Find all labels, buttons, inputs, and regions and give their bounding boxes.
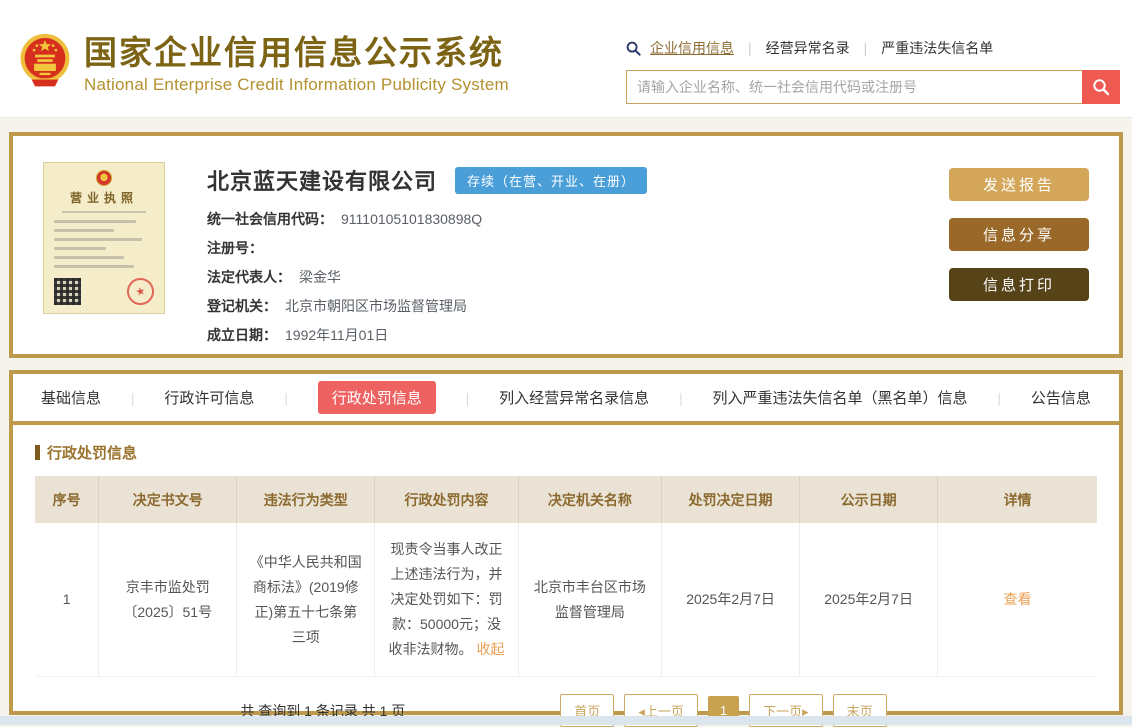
collapse-link[interactable]: 收起 bbox=[476, 641, 504, 657]
cell-violation-type: 《中华人民共和国商标法》(2019修正)第五十七条第三项 bbox=[237, 523, 375, 677]
penalty-content-text: 现责令当事人改正上述违法行为，并决定处罚如下：罚款：50000元；没收非法财物。 bbox=[389, 541, 503, 657]
search-button[interactable] bbox=[1082, 70, 1120, 104]
field-value: 梁金华 bbox=[299, 267, 341, 287]
company-info: 北京蓝天建设有限公司 存续（在营、开业、在册） 统一社会信用代码： 911101… bbox=[207, 162, 949, 354]
tab-separator: | bbox=[679, 390, 683, 406]
col-header-decision-date: 处罚决定日期 bbox=[662, 476, 800, 523]
company-actions: 发送报告 信息分享 信息打印 bbox=[949, 162, 1089, 354]
license-red-seal-icon: ★ bbox=[124, 275, 156, 307]
col-header-detail: 详情 bbox=[938, 476, 1097, 523]
cell-penalty-content: 现责令当事人改正上述违法行为，并决定处罚如下：罚款：50000元；没收非法财物。… bbox=[375, 523, 518, 677]
field-label: 注册号： bbox=[207, 238, 263, 258]
tab-administrative-penalty[interactable]: 行政处罚信息 bbox=[318, 381, 436, 414]
tab-administrative-license[interactable]: 行政许可信息 bbox=[164, 387, 254, 408]
license-text-line bbox=[54, 256, 124, 259]
license-title: 营业执照 bbox=[54, 189, 154, 206]
license-text-line bbox=[54, 247, 106, 250]
field-label: 成立日期： bbox=[207, 325, 277, 345]
search-bar bbox=[626, 70, 1120, 104]
section-title-text: 行政处罚信息 bbox=[47, 442, 137, 463]
penalty-section: 行政处罚信息 序号 决定书文号 违法行为类型 行政处罚内容 决定机关名称 处罚决… bbox=[13, 425, 1119, 727]
page-bottom-strip bbox=[0, 716, 1132, 725]
tab-separator: | bbox=[997, 390, 1001, 406]
info-row-registration-authority: 登记机关： 北京市朝阳区市场监督管理局 bbox=[207, 296, 949, 316]
col-header-authority: 决定机关名称 bbox=[518, 476, 661, 523]
license-text-line bbox=[54, 220, 136, 223]
cell-detail: 查看 bbox=[938, 523, 1097, 677]
site-header: 国家企业信用信息公示系统 National Enterprise Credit … bbox=[0, 0, 1132, 118]
license-emblem-icon bbox=[96, 170, 112, 186]
penalty-table: 序号 决定书文号 违法行为类型 行政处罚内容 决定机关名称 处罚决定日期 公示日… bbox=[35, 476, 1097, 677]
nav-separator: | bbox=[864, 40, 868, 56]
col-header-publish-date: 公示日期 bbox=[800, 476, 938, 523]
view-detail-link[interactable]: 查看 bbox=[1004, 591, 1032, 607]
share-info-button[interactable]: 信息分享 bbox=[949, 218, 1089, 251]
license-text-line bbox=[54, 229, 114, 232]
section-title: 行政处罚信息 bbox=[35, 442, 1097, 463]
table-row: 1 京丰市监处罚〔2025〕51号 《中华人民共和国商标法》(2019修正)第五… bbox=[35, 523, 1097, 677]
license-text-line bbox=[54, 265, 134, 268]
cell-authority: 北京市丰台区市场监督管理局 bbox=[518, 523, 661, 677]
cell-seq: 1 bbox=[35, 523, 99, 677]
col-header-seq: 序号 bbox=[35, 476, 99, 523]
field-label: 法定代表人： bbox=[207, 267, 291, 287]
nav-link-serious-violations[interactable]: 严重违法失信名单 bbox=[881, 38, 993, 58]
field-label: 统一社会信用代码： bbox=[207, 209, 333, 229]
field-value: 91110105101830898Q bbox=[341, 211, 482, 227]
business-license-image: 营业执照 ★ bbox=[43, 162, 165, 314]
search-icon bbox=[626, 41, 641, 56]
header-right: 企业信用信息 | 经营异常名录 | 严重违法失信名单 bbox=[626, 38, 1120, 104]
tab-serious-violations-blacklist[interactable]: 列入严重违法失信名单（黑名单）信息 bbox=[713, 387, 968, 408]
site-title-en: National Enterprise Credit Information P… bbox=[84, 75, 509, 95]
info-row-legal-representative: 法定代表人： 梁金华 bbox=[207, 267, 949, 287]
tab-separator: | bbox=[284, 390, 288, 406]
tab-announcements[interactable]: 公告信息 bbox=[1031, 387, 1091, 408]
license-decor-line bbox=[62, 211, 146, 213]
tab-basic-info[interactable]: 基础信息 bbox=[41, 387, 101, 408]
top-nav: 企业信用信息 | 经营异常名录 | 严重违法失信名单 bbox=[626, 38, 1120, 58]
info-row-registration-no: 注册号： bbox=[207, 238, 949, 258]
tab-bar: 基础信息 | 行政许可信息 | 行政处罚信息 | 列入经营异常名录信息 | 列入… bbox=[13, 374, 1119, 425]
field-label: 登记机关： bbox=[207, 296, 277, 316]
col-header-doc-no: 决定书文号 bbox=[99, 476, 237, 523]
field-value: 1992年11月01日 bbox=[285, 325, 388, 345]
site-title-cn: 国家企业信用信息公示系统 bbox=[84, 34, 509, 72]
site-title-block: 国家企业信用信息公示系统 National Enterprise Credit … bbox=[84, 34, 509, 95]
info-row-establishment-date: 成立日期： 1992年11月01日 bbox=[207, 325, 949, 345]
main-panel: 基础信息 | 行政许可信息 | 行政处罚信息 | 列入经营异常名录信息 | 列入… bbox=[9, 370, 1123, 715]
license-text-line bbox=[54, 238, 142, 241]
section-title-marker bbox=[35, 445, 40, 460]
cell-doc-no: 京丰市监处罚〔2025〕51号 bbox=[99, 523, 237, 677]
license-qr-code bbox=[54, 278, 81, 305]
company-name: 北京蓝天建设有限公司 bbox=[207, 164, 437, 196]
col-header-penalty-content: 行政处罚内容 bbox=[375, 476, 518, 523]
tab-separator: | bbox=[466, 390, 470, 406]
company-panel: 营业执照 ★ 北京蓝天建设有限公司 存续（在营、开业、在册） 统一社会信用代码：… bbox=[9, 132, 1123, 358]
tab-abnormal-operations-list[interactable]: 列入经营异常名录信息 bbox=[499, 387, 649, 408]
cell-decision-date: 2025年2月7日 bbox=[662, 523, 800, 677]
send-report-button[interactable]: 发送报告 bbox=[949, 168, 1089, 201]
field-value: 北京市朝阳区市场监督管理局 bbox=[285, 296, 467, 316]
license-footer: ★ bbox=[54, 278, 154, 305]
nav-link-abnormal-operations[interactable]: 经营异常名录 bbox=[766, 38, 850, 58]
table-header-row: 序号 决定书文号 违法行为类型 行政处罚内容 决定机关名称 处罚决定日期 公示日… bbox=[35, 476, 1097, 523]
col-header-violation-type: 违法行为类型 bbox=[237, 476, 375, 523]
nav-separator: | bbox=[748, 40, 752, 56]
company-status-badge: 存续（在营、开业、在册） bbox=[455, 167, 647, 194]
tab-separator: | bbox=[131, 390, 135, 406]
info-row-credit-code: 统一社会信用代码： 91110105101830898Q bbox=[207, 209, 949, 229]
cell-publish-date: 2025年2月7日 bbox=[800, 523, 938, 677]
nav-link-enterprise-credit[interactable]: 企业信用信息 bbox=[650, 38, 734, 58]
national-emblem-logo bbox=[16, 30, 74, 92]
print-info-button[interactable]: 信息打印 bbox=[949, 268, 1089, 301]
search-input[interactable] bbox=[626, 70, 1082, 104]
